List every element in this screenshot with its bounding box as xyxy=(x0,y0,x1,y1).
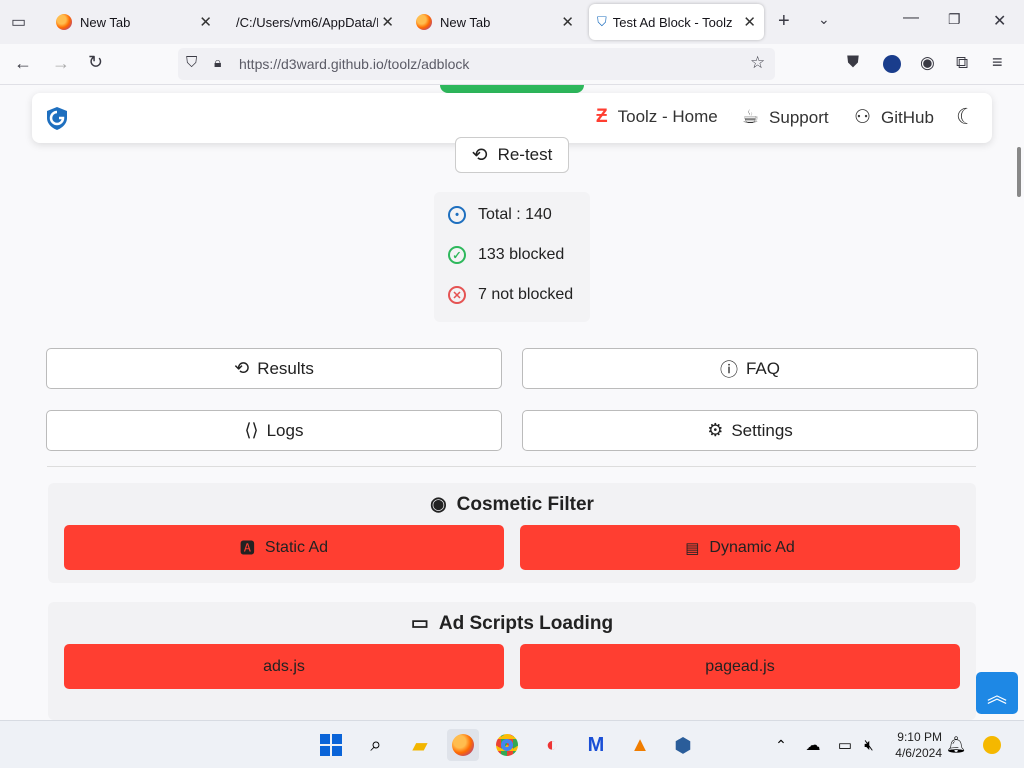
scroll-to-top-button[interactable]: ︽ xyxy=(976,672,1018,714)
history-icon: ⟲ xyxy=(234,358,250,378)
close-window-icon[interactable]: ✕ xyxy=(993,11,1006,31)
eye-icon: ◉ xyxy=(430,494,447,515)
toolz-home-link[interactable]: Ƶ Toolz - Home xyxy=(596,106,718,128)
moon-icon: ☾ xyxy=(956,104,976,129)
tracking-protection-icon[interactable]: ⛉ xyxy=(186,54,197,71)
tab-new-tab-1[interactable]: New Tab ✕ xyxy=(48,4,220,40)
clock[interactable]: 9:10 PM 4/6/2024 xyxy=(888,729,942,761)
code-icon: ⟨⟩ xyxy=(244,420,259,440)
script-icon: ▭ xyxy=(410,613,429,634)
dark-mode-toggle[interactable]: ☾ xyxy=(956,104,976,130)
nav-bar: ← → ↻ ⛉ 🔒︎ https://d3ward.github.io/tool… xyxy=(0,44,1024,85)
stat-blocked: ✓ 133 blocked xyxy=(448,246,564,264)
tab-test-ad-block[interactable]: ⛉ Test Ad Block - Toolz ✕ xyxy=(589,4,764,40)
chevron-up-icon[interactable]: ⌃ xyxy=(765,729,797,761)
refresh-icon: ⟲ xyxy=(471,144,488,166)
section-title: ◉ Cosmetic Filter xyxy=(430,494,594,515)
notification-bell-icon[interactable]: 🔔︎ xyxy=(940,729,972,761)
document-ad-icon: ▤ xyxy=(685,539,700,557)
cosmetic-filter-section: ◉ Cosmetic Filter 🅰︎ Static Ad ▤ Dynamic … xyxy=(48,483,976,583)
status-indicator xyxy=(440,85,584,93)
vlc-icon[interactable]: ▲ xyxy=(624,729,656,761)
firefox-icon xyxy=(416,14,432,30)
close-tab-icon[interactable]: ✕ xyxy=(561,13,574,31)
weather-icon[interactable] xyxy=(976,729,1008,761)
firefox-icon xyxy=(56,14,72,30)
close-tab-icon[interactable]: ✕ xyxy=(743,13,756,31)
toolz-icon: Ƶ xyxy=(596,106,608,127)
faq-button[interactable]: ⓘ FAQ xyxy=(522,348,978,389)
tab-local-file[interactable]: /C:/Users/vm6/AppData/Lo ✕ xyxy=(226,4,402,40)
reload-icon[interactable]: ↻ xyxy=(88,52,103,73)
coffee-icon: ☕︎ xyxy=(742,107,760,128)
x-icon: ✕ xyxy=(448,286,466,304)
extensions-icon[interactable]: ⧉ xyxy=(956,53,968,73)
firefox-taskbar-icon[interactable] xyxy=(447,729,479,761)
windows-start-icon[interactable] xyxy=(315,729,347,761)
logs-button[interactable]: ⟨⟩ Logs xyxy=(46,410,502,451)
stat-not-blocked: ✕ 7 not blocked xyxy=(448,286,573,304)
url-bar[interactable]: ⛉ 🔒︎ https://d3ward.github.io/toolz/adbl… xyxy=(178,48,775,80)
dynamic-ad-test[interactable]: ▤ Dynamic Ad xyxy=(520,525,960,570)
double-chevron-up-icon: ︽ xyxy=(987,684,1007,707)
stat-total: • Total : 140 xyxy=(448,206,552,224)
page-content: Ƶ Toolz - Home ☕︎ Support ⚇ GitHub ☾ ⟲ R… xyxy=(0,85,1024,720)
section-title: ▭ Ad Scripts Loading xyxy=(410,613,614,634)
chevron-down-icon[interactable]: ⌄ xyxy=(818,11,830,28)
menu-icon[interactable]: ≡ xyxy=(992,52,1003,73)
check-icon: ✓ xyxy=(448,246,466,264)
restore-icon[interactable]: ❐ xyxy=(948,11,961,28)
minimize-icon[interactable]: — xyxy=(903,9,919,27)
extension-icon[interactable] xyxy=(883,55,901,73)
pocket-icon[interactable]: ⛊ xyxy=(847,54,859,72)
volume-muted-icon[interactable]: 🔇︎ xyxy=(853,729,885,761)
back-icon[interactable]: ← xyxy=(14,53,32,74)
file-explorer-icon[interactable]: ▰ xyxy=(404,729,436,761)
shield-icon: ⛉ xyxy=(597,14,607,29)
tab-bar: ▭ New Tab ✕ /C:/Users/vm6/AppData/Lo ✕ N… xyxy=(0,0,1024,44)
pagead-js-test[interactable]: pagead.js xyxy=(520,644,960,689)
search-icon[interactable]: ⌕ xyxy=(360,729,392,761)
gear-icon: ⚙ xyxy=(707,420,724,440)
stats-panel: • Total : 140 ✓ 133 blocked ✕ 7 not bloc… xyxy=(434,192,590,322)
malwarebytes-icon[interactable]: M xyxy=(580,729,612,761)
github-icon: ⚇ xyxy=(854,107,872,128)
lock-icon[interactable]: 🔒︎ xyxy=(214,54,221,71)
close-tab-icon[interactable]: ✕ xyxy=(381,13,394,31)
static-ad-test[interactable]: 🅰︎ Static Ad xyxy=(64,525,504,570)
close-tab-icon[interactable]: ✕ xyxy=(199,13,212,31)
results-button[interactable]: ⟲ Results xyxy=(46,348,502,389)
bookmark-star-icon[interactable]: ☆ xyxy=(750,53,765,73)
cloud-off-icon[interactable]: ☁ xyxy=(797,729,829,761)
new-tab-icon[interactable]: + xyxy=(778,10,790,33)
github-link[interactable]: ⚇ GitHub xyxy=(854,106,934,129)
logo-icon[interactable] xyxy=(44,105,70,131)
ads-js-test[interactable]: ads.js xyxy=(64,644,504,689)
tab-new-tab-2[interactable]: New Tab ✕ xyxy=(408,4,582,40)
account-icon[interactable]: ◉ xyxy=(920,53,935,73)
site-header: Ƶ Toolz - Home ☕︎ Support ⚇ GitHub ☾ xyxy=(32,93,992,143)
scrollbar[interactable] xyxy=(1017,147,1021,197)
ad-icon: 🅰︎ xyxy=(239,540,255,557)
forward-icon[interactable]: → xyxy=(52,53,70,74)
taskbar: ⌕ ▰ ◐ M ▲ ⬢ ⌃ ☁ ▭ 🔇︎ 9:10 PM 4/6/2024 🔔︎ xyxy=(0,720,1024,768)
settings-button[interactable]: ⚙ Settings xyxy=(522,410,978,451)
total-icon: • xyxy=(448,206,466,224)
ad-scripts-section: ▭ Ad Scripts Loading ads.js pagead.js xyxy=(48,602,976,720)
support-link[interactable]: ☕︎ Support xyxy=(742,106,829,129)
divider xyxy=(47,466,976,467)
tab-list-icon[interactable]: ▭ xyxy=(11,12,26,32)
ccleaner-icon[interactable]: ◐ xyxy=(536,729,568,761)
chrome-icon[interactable] xyxy=(491,729,523,761)
info-icon: ⓘ xyxy=(719,359,738,380)
retest-button[interactable]: ⟲ Re-test xyxy=(455,137,569,173)
virtualbox-icon[interactable]: ⬢ xyxy=(667,729,699,761)
